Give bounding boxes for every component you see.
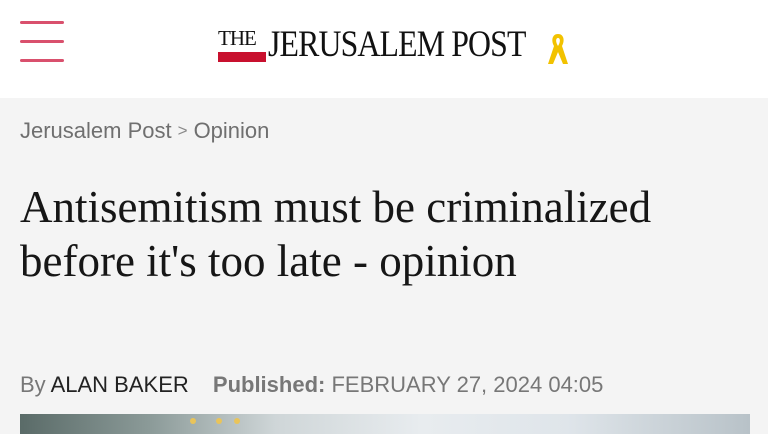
site-header: THE JERUSALEM POST xyxy=(0,0,768,98)
author-link[interactable]: ALAN BAKER xyxy=(51,372,189,397)
article-hero-image xyxy=(20,414,750,434)
menu-bar xyxy=(20,59,64,62)
breadcrumb: Jerusalem Post > Opinion xyxy=(20,118,269,144)
logo-red-bar xyxy=(218,52,266,62)
article-container: Jerusalem Post > Opinion Antisemitism must… xyxy=(0,98,768,434)
article-byline: By ALAN BAKER Published: FEBRUARY 27, 20… xyxy=(20,372,603,398)
menu-bar xyxy=(20,21,64,24)
logo-name-text: JERUSALEM POST xyxy=(268,24,526,65)
breadcrumb-item-opinion[interactable]: Opinion xyxy=(194,118,270,143)
image-detail xyxy=(234,418,240,424)
image-detail xyxy=(216,418,222,424)
published-label: Published: xyxy=(212,372,326,397)
yellow-ribbon-icon xyxy=(548,34,568,64)
breadcrumb-separator: > xyxy=(177,121,188,140)
logo-the-text: THE xyxy=(218,26,257,50)
published-date: FEBRUARY 27, 2024 04:05 xyxy=(331,372,604,397)
breadcrumb-item-home[interactable]: Jerusalem Post xyxy=(20,118,172,143)
article-title: Antisemitism must be criminalized before… xyxy=(20,182,652,286)
image-detail xyxy=(190,418,196,424)
site-logo[interactable]: THE JERUSALEM POST xyxy=(218,26,570,70)
menu-bar xyxy=(20,40,64,43)
byline-prefix: By xyxy=(20,372,46,397)
hamburger-menu-icon[interactable] xyxy=(20,21,64,63)
